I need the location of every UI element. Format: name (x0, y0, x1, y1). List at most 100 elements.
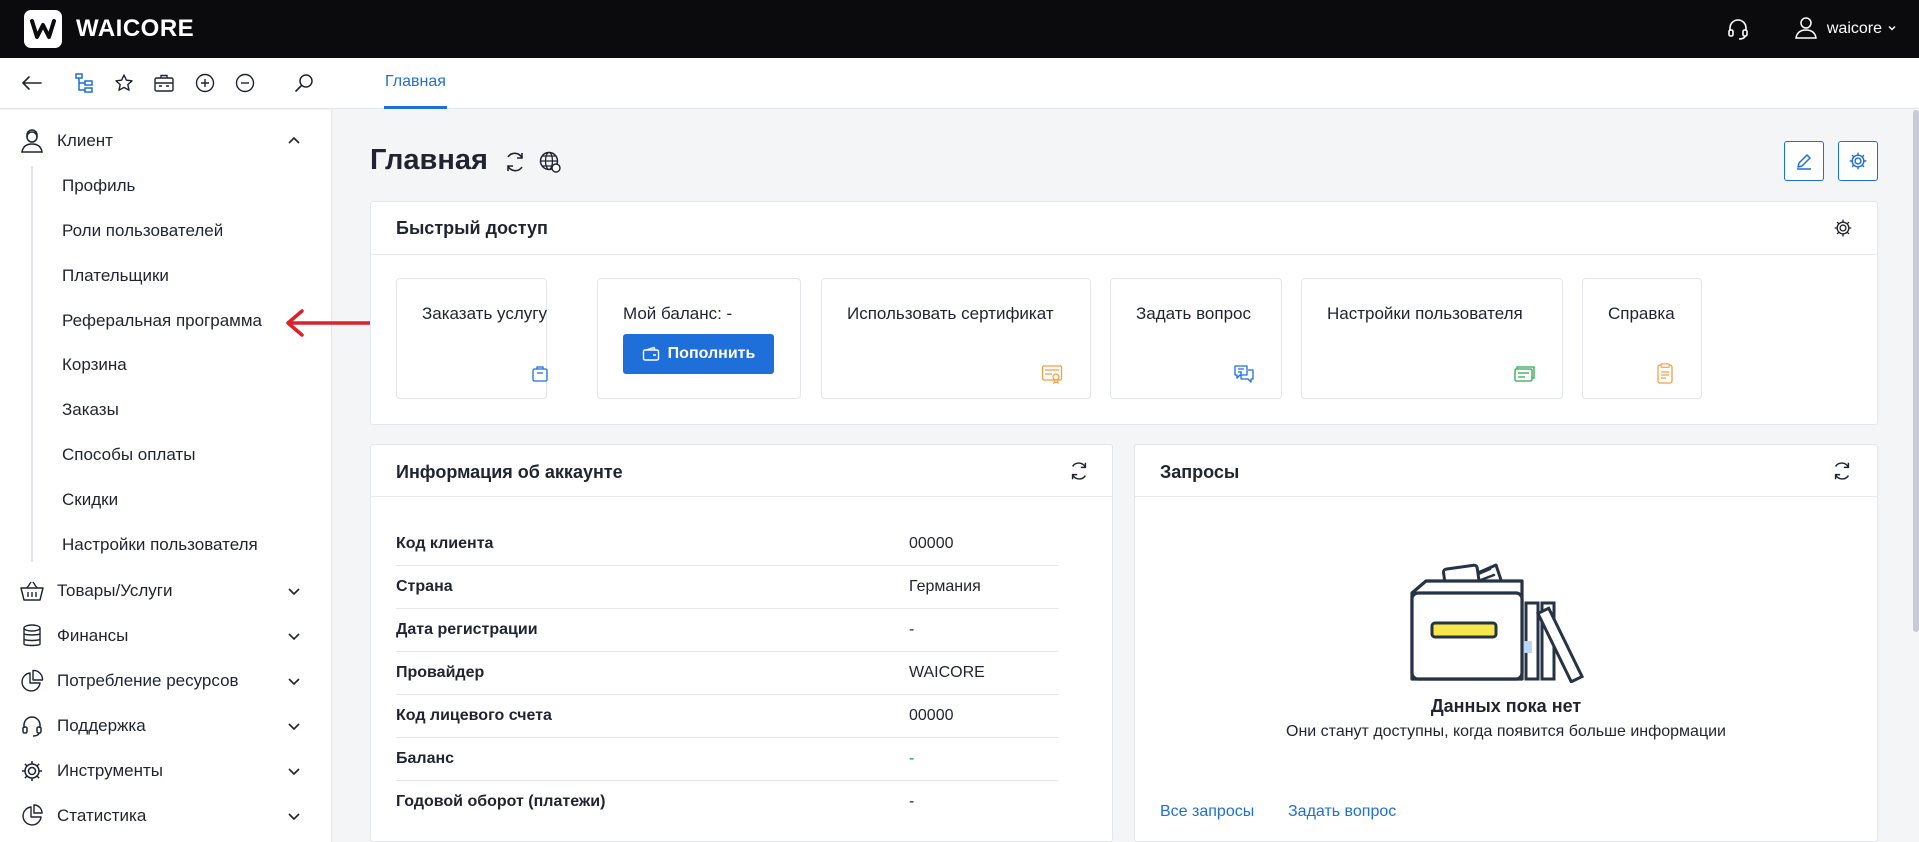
account-info-card: Информация об аккаунте Код клиента 00000… (370, 444, 1113, 842)
table-row: Баланс - (396, 738, 1058, 781)
quick-tile-help[interactable]: Справка (1582, 278, 1702, 399)
sidebar-section-label: Финансы (57, 626, 129, 645)
quick-tile-my-balance: Мой баланс: - Пополнить (597, 278, 801, 399)
pencil-icon (1797, 154, 1811, 170)
chevron-up-icon (284, 131, 304, 151)
sidebar-section-tools[interactable]: Инструменты (0, 751, 332, 791)
all-requests-link[interactable]: Все запросы (1160, 803, 1254, 821)
refresh-icon[interactable] (501, 148, 529, 176)
refresh-icon[interactable] (1830, 459, 1854, 483)
sidebar-section-statistics[interactable]: Статистика (0, 796, 332, 836)
balance-label: Мой баланс: - (623, 304, 733, 323)
sidebar-section-client[interactable]: Клиент (0, 121, 332, 161)
sidebar-section-label: Потребление ресурсов (57, 671, 239, 690)
chevron-down-icon (284, 581, 304, 601)
tile-label: Заказать услугу (422, 304, 547, 323)
sidebar-section-label: Товары/Услуги (57, 581, 173, 600)
tile-label: Справка (1608, 304, 1675, 323)
sidebar-item-payment-methods[interactable]: Способы оплаты (62, 441, 195, 469)
tree-view-icon[interactable] (72, 70, 98, 96)
sidebar-item-payers[interactable]: Плательщики (62, 262, 169, 290)
sidebar-section-support[interactable]: Поддержка (0, 706, 332, 746)
back-arrow-icon[interactable] (19, 70, 45, 96)
row-value: - (909, 793, 915, 810)
empty-state-subtitle: Они станут доступны, когда появится боль… (1286, 723, 1726, 740)
client-icon (18, 127, 46, 155)
row-label: Страна (396, 578, 453, 595)
chevron-down-icon (284, 626, 304, 646)
sidebar-item-orders[interactable]: Заказы (62, 396, 119, 424)
briefcase-icon[interactable] (151, 70, 177, 96)
chevron-down-icon (284, 671, 304, 691)
quick-tile-order-service[interactable]: Заказать услугу (396, 278, 548, 399)
sidebar-section-label: Клиент (57, 131, 113, 150)
row-value: - (909, 621, 915, 638)
refresh-icon[interactable] (1067, 459, 1091, 483)
wallet-icon (642, 346, 660, 362)
logo[interactable] (24, 10, 62, 48)
balance-link[interactable]: - (909, 750, 914, 768)
row-label: Дата регистрации (396, 621, 538, 638)
sidebar-item-cart[interactable]: Корзина (62, 351, 127, 379)
table-row: Дата регистрации - (396, 609, 1058, 652)
edit-button[interactable] (1784, 141, 1824, 181)
sidebar-item-referral-program[interactable]: Реферальная программа (62, 307, 262, 335)
tile-label: Настройки пользователя (1327, 304, 1523, 323)
top-up-button[interactable]: Пополнить (623, 334, 774, 374)
globe-icon[interactable] (536, 148, 564, 176)
row-value: WAICORE (909, 664, 985, 681)
requests-title: Запросы (1160, 462, 1240, 482)
sidebar-section-label: Инструменты (57, 761, 164, 780)
tab-main[interactable]: Главная (384, 58, 447, 109)
sidebar-item-user-settings[interactable]: Настройки пользователя (62, 531, 258, 559)
zoom-out-icon[interactable] (232, 70, 258, 96)
star-icon[interactable] (111, 70, 137, 96)
toolbar: Главная (0, 58, 1919, 109)
shopping-bag-icon (528, 362, 552, 386)
chevron-down-icon (284, 761, 304, 781)
row-label: Код клиента (396, 535, 494, 552)
table-row: Провайдер WAICORE (396, 652, 1058, 695)
sidebar-section-resource-usage[interactable]: Потребление ресурсов (0, 661, 332, 701)
settings-button[interactable] (1838, 141, 1878, 181)
sidebar: Клиент Профиль Роли пользователей Плател… (0, 110, 332, 842)
divider (1135, 496, 1877, 497)
coins-icon (18, 622, 46, 650)
zoom-in-icon[interactable] (192, 70, 218, 96)
empty-state-title: Данных пока нет (1430, 696, 1582, 716)
certificate-icon (1040, 362, 1064, 386)
brand-name: WAICORE (76, 15, 195, 42)
table-row: Годовой оборот (платежи) - (396, 781, 1058, 824)
divider (371, 254, 1877, 255)
headset-icon (18, 712, 46, 740)
quick-tile-use-certificate[interactable]: Использовать сертификат (821, 278, 1091, 399)
logo-w-icon (30, 19, 56, 39)
table-row: Страна Германия (396, 566, 1058, 609)
quick-access-title: Быстрый доступ (396, 218, 548, 238)
page-title: Главная (370, 144, 488, 176)
search-icon[interactable] (291, 70, 317, 96)
ask-question-link[interactable]: Задать вопрос (1288, 803, 1396, 821)
user-menu[interactable]: waicore (1793, 14, 1897, 45)
chevron-down-icon (284, 806, 304, 826)
row-value: Германия (909, 578, 981, 595)
scrollbar[interactable] (1913, 110, 1919, 632)
gear-icon (18, 757, 46, 785)
sidebar-section-finance[interactable]: Финансы (0, 616, 332, 656)
gear-icon[interactable] (1831, 216, 1855, 240)
row-label: Годовой оборот (платежи) (396, 793, 606, 810)
support-headset-icon[interactable] (1723, 14, 1753, 44)
sidebar-item-profile[interactable]: Профиль (62, 172, 135, 200)
requests-card: Запросы Данных пока нет Они станут досту… (1134, 444, 1878, 842)
quick-tile-user-settings[interactable]: Настройки пользователя (1301, 278, 1563, 399)
row-value: 00000 (909, 535, 954, 552)
top-bar: WAICORE waicore (0, 0, 1919, 58)
sidebar-item-user-roles[interactable]: Роли пользователей (62, 217, 223, 245)
username: waicore (1826, 20, 1882, 37)
user-avatar-icon (1793, 14, 1819, 45)
sidebar-item-discounts[interactable]: Скидки (62, 486, 118, 514)
quick-tile-ask-question[interactable]: Задать вопрос (1110, 278, 1282, 399)
row-label: Баланс (396, 750, 455, 767)
divider (371, 496, 1112, 497)
sidebar-section-goods-services[interactable]: Товары/Услуги (0, 571, 332, 611)
